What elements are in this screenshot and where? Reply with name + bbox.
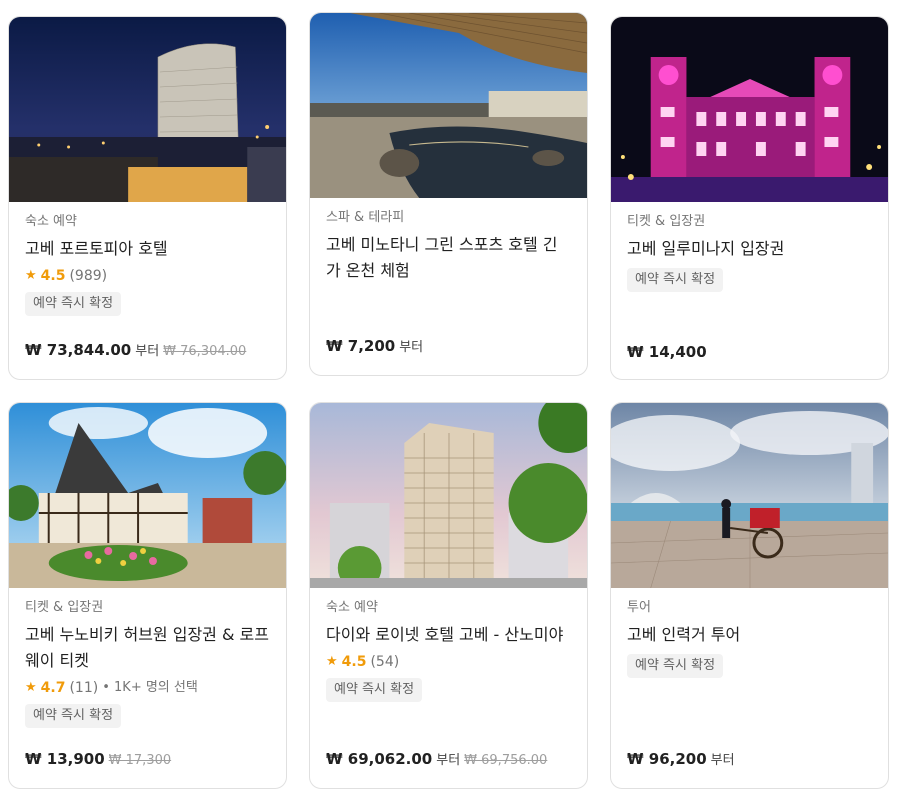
original-price: ₩ 76,304.00 [163,344,247,359]
card-category: 숙소 예약 [326,600,378,615]
card-image-illumination [611,17,888,202]
card-title[interactable]: 고베 인력거 투어 [627,622,872,648]
card-title[interactable]: 고베 일루미나지 입장권 [627,236,872,262]
review-count: (54) [370,654,400,670]
card-price: ₩ 73,844.00 부터 ₩ 76,304.00 [25,339,246,363]
product-card[interactable]: 숙소 예약 고베 포르토피아 호텔 ★ 4.5 (989) 예약 즉시 확정 ₩… [8,16,287,380]
card-category: 스파 & 테라피 [326,210,405,225]
product-card[interactable]: 티켓 & 입장권 고베 누노비키 허브원 입장권 & 로프웨이 티켓 ★ 4.7… [8,402,287,789]
card-rating: ★ 4.5 (54) [326,652,571,672]
review-count: (11) [69,680,99,696]
price-from-label: 부터 [436,753,461,768]
product-card[interactable]: 티켓 & 입장권 고베 일루미나지 입장권 예약 즉시 확정 ₩ 14,400 [610,16,889,380]
instant-confirm-badge: 예약 즉시 확정 [25,704,122,728]
card-title[interactable]: 고베 미노타니 그린 스포츠 호텔 긴가 온천 체험 [326,232,571,284]
instant-confirm-badge: 예약 즉시 확정 [627,654,724,678]
product-card[interactable]: 투어 고베 인력거 투어 예약 즉시 확정 ₩ 96,200 부터 [610,402,889,789]
original-price: ₩ 17,300 [108,753,172,768]
card-image-herb-garden [9,403,286,588]
price-amount: ₩ 13,900 [25,750,105,768]
rating-score: 4.7 [40,680,66,696]
star-icon: ★ [25,680,37,695]
price-from-label: 부터 [399,340,424,355]
card-image-hotel-night [9,17,286,202]
price-from-label: 부터 [710,753,735,768]
card-title[interactable]: 고베 포르토피아 호텔 [25,236,270,262]
booked-count: • 1K+ 명의 선택 [102,680,198,695]
star-icon: ★ [25,268,37,283]
product-card[interactable]: 숙소 예약 다이와 로이넷 호텔 고베 - 산노미야 ★ 4.5 (54) 예약… [309,402,588,789]
card-price: ₩ 13,900 ₩ 17,300 [25,748,171,772]
instant-confirm-badge: 예약 즉시 확정 [326,678,423,702]
rating-score: 4.5 [341,654,367,670]
rating-score: 4.5 [40,268,66,284]
card-image-hotel-tower [310,403,587,588]
card-price: ₩ 96,200 부터 [627,748,735,772]
instant-confirm-badge: 예약 즉시 확정 [25,292,122,316]
original-price: ₩ 69,756.00 [464,753,548,768]
price-amount: ₩ 69,062.00 [326,750,433,768]
card-category: 숙소 예약 [25,214,77,229]
star-icon: ★ [326,654,338,669]
card-title[interactable]: 다이와 로이넷 호텔 고베 - 산노미야 [326,622,571,648]
card-title[interactable]: 고베 누노비키 허브원 입장권 & 로프웨이 티켓 [25,622,270,674]
card-category: 투어 [627,600,651,615]
card-image-onsen [310,13,587,198]
instant-confirm-badge: 예약 즉시 확정 [627,268,724,292]
card-price: ₩ 69,062.00 부터 ₩ 69,756.00 [326,748,547,772]
card-price: ₩ 14,400 [627,341,707,363]
card-price: ₩ 7,200 부터 [326,335,423,359]
card-category: 티켓 & 입장권 [25,600,104,615]
card-category: 티켓 & 입장권 [627,214,706,229]
price-amount: ₩ 7,200 [326,337,396,355]
card-image-rickshaw [611,403,888,588]
price-amount: ₩ 73,844.00 [25,341,132,359]
price-amount: ₩ 14,400 [627,343,707,361]
price-amount: ₩ 96,200 [627,750,707,768]
price-from-label: 부터 [135,344,160,359]
review-count: (989) [69,268,108,284]
card-rating: ★ 4.7 (11) • 1K+ 명의 선택 [25,678,270,698]
card-rating: ★ 4.5 (989) [25,266,270,286]
product-card[interactable]: 스파 & 테라피 고베 미노타니 그린 스포츠 호텔 긴가 온천 체험 ₩ 7,… [309,12,588,376]
